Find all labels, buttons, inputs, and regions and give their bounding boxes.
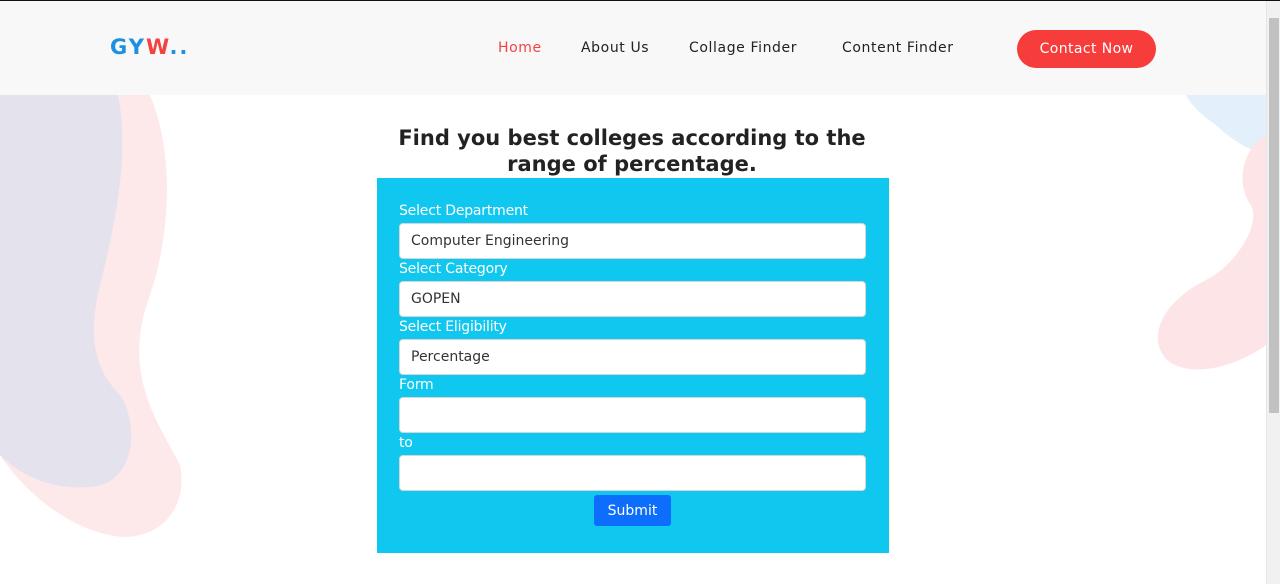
contact-now-button[interactable]: Contact Now (1017, 30, 1156, 68)
decorative-blob-left (0, 95, 182, 537)
college-search-form: Select Department Select Category Select… (377, 178, 889, 553)
page-scrollbar[interactable] (1266, 1, 1280, 584)
scrollbar-thumb[interactable] (1269, 18, 1279, 413)
from-label: Form (399, 377, 434, 393)
top-navbar: GYW.. Home About Us Collage Finder Conte… (0, 1, 1266, 95)
decorative-blob-right (1157, 95, 1266, 370)
department-label: Select Department (399, 203, 528, 219)
eligibility-select[interactable] (399, 339, 866, 375)
nav-about-us[interactable]: About Us (581, 40, 649, 56)
logo-main: GY (110, 35, 146, 59)
eligibility-label: Select Eligibility (399, 319, 507, 335)
department-select[interactable] (399, 223, 866, 259)
to-label: to (399, 435, 413, 451)
nav-collage-finder[interactable]: Collage Finder (689, 40, 797, 56)
submit-button[interactable]: Submit (594, 495, 671, 526)
from-input[interactable] (399, 397, 866, 433)
logo-dots: .. (169, 35, 190, 59)
nav-home[interactable]: Home (498, 40, 542, 56)
category-select[interactable] (399, 281, 866, 317)
page-heading: Find you best colleges according to the … (398, 126, 866, 176)
category-label: Select Category (399, 261, 508, 277)
to-input[interactable] (399, 455, 866, 491)
brand-logo[interactable]: GYW.. (110, 35, 189, 59)
logo-accent: W (145, 35, 170, 59)
nav-content-finder[interactable]: Content Finder (842, 40, 954, 56)
